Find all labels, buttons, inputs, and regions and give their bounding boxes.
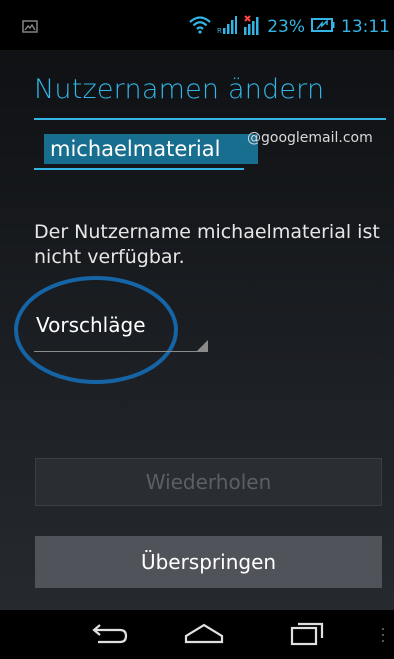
svg-text:R: R [217,27,222,34]
dropdown-caret-icon [196,340,208,352]
suggestions-label: Vorschläge [36,313,146,337]
wifi-icon [189,15,211,39]
back-icon[interactable] [86,618,130,652]
skip-button[interactable]: Überspringen [35,536,382,588]
image-notification-icon [22,18,38,37]
availability-message: Der Nutzername michaelmaterial ist nicht… [34,221,380,268]
email-domain: @googlemail.com [247,130,373,146]
signal-icon: R [217,15,238,39]
no-sim-signal-icon [243,14,261,40]
suggestions-dropdown[interactable]: Vorschläge [34,309,208,352]
title-divider [34,118,386,120]
navigation-bar [0,610,394,659]
battery-percent: 23% [267,17,305,37]
recent-apps-icon[interactable] [286,618,330,652]
status-bar: R 23% 13:11 [0,0,394,50]
page-title: Nutzernamen ändern [34,74,325,105]
home-icon[interactable] [182,618,226,652]
retry-button[interactable]: Wiederholen [35,458,382,506]
status-icons: R 23% 13:11 [189,14,390,40]
change-username-screen: Nutzernamen ändern @googlemail.com Der N… [0,50,394,610]
clock: 13:11 [341,17,390,37]
overflow-menu-icon[interactable] [382,628,384,642]
username-field[interactable] [34,130,258,170]
battery-icon [311,17,335,37]
username-input[interactable] [44,134,258,164]
